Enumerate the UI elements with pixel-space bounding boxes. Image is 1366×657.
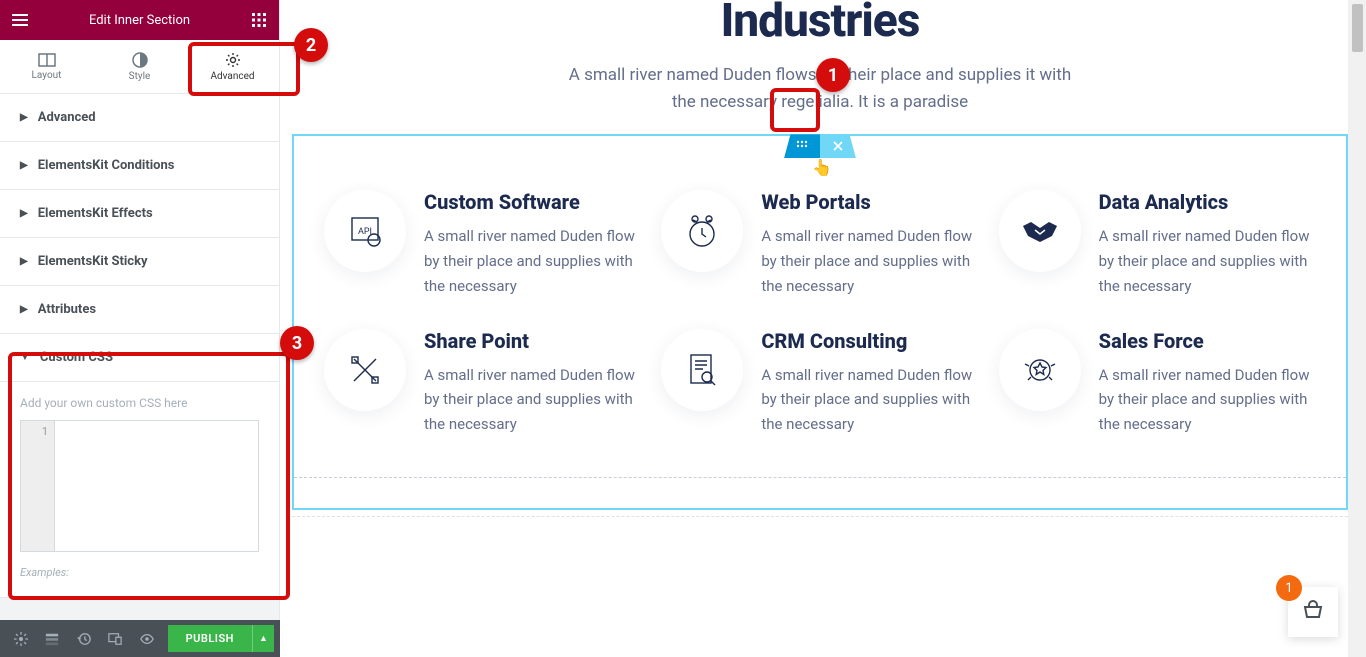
publish-group: PUBLISH ▲ <box>168 625 274 652</box>
code-input[interactable] <box>55 421 258 551</box>
caret-icon: ▶ <box>20 304 28 315</box>
page-title: Industries <box>292 0 1348 48</box>
card-desc: A small river named Duden flow by their … <box>761 224 978 298</box>
api-icon: API <box>324 190 406 272</box>
card-title: Sales Force <box>1099 329 1316 353</box>
acc-custom-css[interactable]: ▼Custom CSS <box>0 334 279 382</box>
preview-button[interactable] <box>132 620 162 657</box>
caret-icon: ▶ <box>20 160 28 171</box>
award-icon <box>999 329 1081 411</box>
cursor-icon: 👆 <box>812 158 832 177</box>
responsive-button[interactable] <box>101 620 131 657</box>
card-desc: A small river named Duden flow by their … <box>761 363 978 437</box>
caret-icon: ▶ <box>20 256 28 267</box>
card-desc: A small river named Duden flow by their … <box>1099 363 1316 437</box>
scrollbar-thumb[interactable] <box>1352 4 1363 52</box>
menu-button[interactable] <box>10 10 30 30</box>
annotation-badge-2: 2 <box>294 28 328 62</box>
section-handle <box>784 134 856 158</box>
section-divider <box>294 477 1346 478</box>
card-sales-force: Sales Force A small river named Duden flo… <box>999 329 1316 437</box>
card-title: Web Portals <box>761 190 978 214</box>
navigator-button[interactable] <box>38 620 68 657</box>
acc-sticky[interactable]: ▶ElementsKit Sticky <box>0 238 279 286</box>
history-button[interactable] <box>69 620 99 657</box>
cart-button[interactable]: 1 <box>1288 587 1338 637</box>
caret-icon: ▶ <box>20 208 28 219</box>
card-web-portals: Web Portals A small river named Duden flo… <box>661 190 978 298</box>
accordion: ▶Advanced ▶ElementsKit Conditions ▶Eleme… <box>0 94 279 620</box>
handshake-icon <box>999 190 1081 272</box>
custom-css-body: Add your own custom CSS here 1 Examples: <box>0 382 279 598</box>
acc-conditions[interactable]: ▶ElementsKit Conditions <box>0 142 279 190</box>
card-desc: A small river named Duden flow by their … <box>424 363 641 437</box>
custom-css-help: Add your own custom CSS here <box>20 396 259 410</box>
preview-canvas: Industries A small river named Duden flo… <box>280 0 1366 657</box>
card-title: Data Analytics <box>1099 190 1316 214</box>
clock-icon <box>661 190 743 272</box>
section-drag-handle[interactable] <box>784 134 820 158</box>
document-search-icon <box>661 329 743 411</box>
next-section-placeholder <box>292 516 1348 636</box>
tab-layout-label: Layout <box>32 70 62 81</box>
card-title: Share Point <box>424 329 641 353</box>
code-editor[interactable]: 1 <box>20 420 259 552</box>
card-custom-software: API Custom Software A small river named D… <box>324 190 641 298</box>
editor-panel: Edit Inner Section Layout Style Advanced… <box>0 0 280 620</box>
tab-style[interactable]: Style <box>93 40 186 93</box>
card-data-analytics: Data Analytics A small river named Duden … <box>999 190 1316 298</box>
annotation-badge-3: 3 <box>280 326 314 360</box>
card-title: CRM Consulting <box>761 329 978 353</box>
card-desc: A small river named Duden flow by their … <box>424 224 641 298</box>
publish-button[interactable]: PUBLISH <box>168 625 252 652</box>
section-close-handle[interactable] <box>820 134 856 158</box>
acc-effects[interactable]: ▶ElementsKit Effects <box>0 190 279 238</box>
annotation-badge-1: 1 <box>816 58 850 92</box>
cart-count-badge: 1 <box>1276 575 1302 601</box>
inner-section[interactable]: 👆 API Custom Software A small river named… <box>292 134 1348 510</box>
card-crm-consulting: CRM Consulting A small river named Duden … <box>661 329 978 437</box>
publish-dropdown[interactable]: ▲ <box>252 625 274 652</box>
examples-label: Examples: <box>20 566 259 579</box>
tab-advanced[interactable]: Advanced <box>186 40 279 93</box>
panel-tabs: Layout Style Advanced <box>0 40 279 94</box>
tab-layout[interactable]: Layout <box>0 40 93 93</box>
card-share-point: Share Point A small river named Duden flo… <box>324 329 641 437</box>
code-gutter: 1 <box>21 421 55 551</box>
bottom-bar: PUBLISH ▲ <box>0 620 280 657</box>
tools-icon <box>324 329 406 411</box>
acc-advanced[interactable]: ▶Advanced <box>0 94 279 142</box>
tab-style-label: Style <box>129 71 151 82</box>
caret-icon: ▼ <box>20 352 30 363</box>
acc-attributes[interactable]: ▶Attributes <box>0 286 279 334</box>
caret-icon: ▶ <box>20 112 28 123</box>
settings-button[interactable] <box>6 620 36 657</box>
widgets-button[interactable] <box>249 10 269 30</box>
card-title: Custom Software <box>424 190 641 214</box>
panel-title: Edit Inner Section <box>89 13 190 28</box>
tab-advanced-label: Advanced <box>210 71 254 82</box>
card-desc: A small river named Duden flow by their … <box>1099 224 1316 298</box>
scrollbar-track[interactable] <box>1348 0 1366 657</box>
panel-header: Edit Inner Section <box>0 0 279 40</box>
